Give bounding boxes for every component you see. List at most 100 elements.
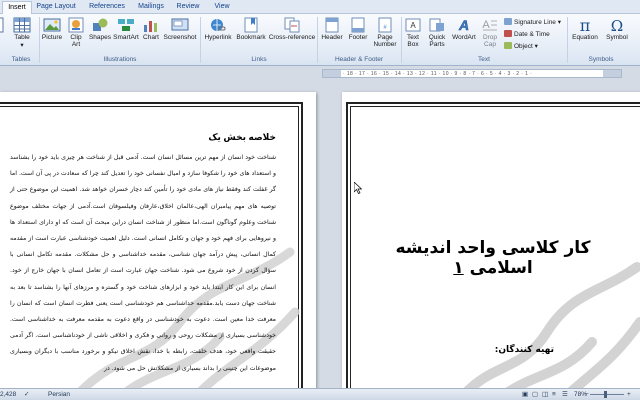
signature-line-label: Signature Line bbox=[514, 19, 556, 26]
document-page-cover[interactable]: کار کلاسی واحد اندیشه اسلامی ۱ تهیه کنند… bbox=[342, 92, 640, 400]
svg-text:π: π bbox=[580, 17, 591, 33]
page-number-button[interactable]: # Page Number bbox=[370, 17, 400, 55]
footer-button[interactable]: Footer bbox=[346, 17, 370, 55]
page-number-icon: # bbox=[378, 17, 392, 33]
group-label-links: Links bbox=[251, 56, 267, 63]
text-box-icon: A bbox=[405, 18, 421, 32]
bookmark-button[interactable]: Bookmark bbox=[234, 17, 268, 55]
symbol-label: Symbol bbox=[606, 34, 628, 41]
dropdown-arrow: ▾ bbox=[20, 42, 24, 49]
word-count[interactable]: 2,428 bbox=[0, 389, 16, 400]
ruler-ticks: · 18 · 17 · 16 · 15 · 14 · 13 · 12 · 11 … bbox=[343, 71, 533, 77]
ribbon-insert: Table ▾ Tables Picture Clip Art Shapes S… bbox=[0, 14, 640, 66]
view-web-layout-icon[interactable]: ◫ bbox=[542, 389, 548, 400]
svg-text:Ω: Ω bbox=[611, 17, 623, 33]
group-label-symbols: Symbols bbox=[588, 56, 614, 63]
smartart-icon bbox=[118, 19, 134, 31]
text-box-label: Text Box bbox=[407, 34, 419, 48]
clip-art-label: Clip Art bbox=[70, 34, 82, 48]
svg-text:A: A bbox=[458, 17, 469, 33]
view-full-screen-icon[interactable]: ▢ bbox=[532, 389, 538, 400]
horizontal-ruler[interactable]: · 18 · 17 · 16 · 15 · 14 · 13 · 12 · 11 … bbox=[322, 69, 622, 78]
chart-button[interactable]: Chart bbox=[140, 17, 162, 55]
drop-cap-button[interactable]: A Drop Cap bbox=[478, 17, 502, 55]
picture-label: Picture bbox=[41, 34, 63, 41]
smartart-label: SmartArt bbox=[113, 34, 139, 41]
zoom-slider-thumb[interactable] bbox=[604, 391, 607, 398]
prepared-by-label: تهیه کنندگان: bbox=[494, 345, 554, 355]
bookmark-icon bbox=[244, 17, 258, 33]
document-page-summary[interactable]: خلاصه بخش یک شناخت خود انسان از مهم ترین… bbox=[0, 92, 316, 400]
view-print-layout-icon[interactable]: ▣ bbox=[522, 389, 528, 400]
wordart-icon: A bbox=[458, 17, 470, 33]
view-draft-icon[interactable]: ☰ bbox=[562, 389, 568, 400]
zoom-out-icon[interactable]: − bbox=[585, 389, 589, 400]
header-label: Header bbox=[321, 34, 343, 41]
chart-icon bbox=[144, 21, 157, 32]
ruler-area: · 18 · 17 · 16 · 15 · 14 · 13 · 12 · 11 … bbox=[0, 67, 640, 80]
bookmark-label: Bookmark bbox=[236, 34, 266, 41]
tab-review[interactable]: Review bbox=[174, 1, 202, 14]
table-label: Table bbox=[14, 34, 30, 41]
wordart-label: WordArt bbox=[452, 34, 476, 41]
equation-button[interactable]: π Equation bbox=[568, 17, 602, 55]
tab-insert[interactable]: Insert bbox=[2, 1, 32, 14]
group-separator bbox=[200, 17, 201, 63]
clip-art-button[interactable]: Clip Art bbox=[64, 17, 88, 55]
tab-page-layout[interactable]: Page Layout bbox=[36, 1, 76, 14]
wordart-button[interactable]: A WordArt bbox=[450, 17, 478, 55]
object-button[interactable]: Object ▾ bbox=[504, 42, 538, 51]
zoom-slider[interactable] bbox=[590, 394, 624, 395]
header-icon bbox=[325, 17, 339, 33]
clip-art-icon bbox=[68, 17, 84, 33]
drop-cap-icon: A bbox=[482, 19, 497, 31]
section-body-text: شناخت خود انسان از مهم ترین مسائل انسان … bbox=[10, 154, 276, 372]
table-icon bbox=[13, 17, 31, 33]
view-outline-icon[interactable]: ≡ bbox=[552, 389, 556, 400]
quick-parts-button[interactable]: Quick Parts bbox=[424, 17, 450, 55]
page-number-label: Page Number bbox=[373, 34, 397, 48]
shapes-label: Shapes bbox=[88, 34, 112, 41]
footer-label: Footer bbox=[348, 34, 368, 41]
quick-parts-icon bbox=[429, 18, 444, 32]
page-icon bbox=[0, 17, 4, 33]
tab-view[interactable]: View bbox=[210, 1, 234, 14]
quick-parts-label: Quick Parts bbox=[428, 34, 446, 48]
proofing-icon[interactable]: ✓ bbox=[24, 389, 29, 400]
cross-reference-label: Cross-reference bbox=[268, 34, 316, 41]
ruler-margin-right bbox=[603, 70, 621, 77]
text-box-button[interactable]: A Text Box bbox=[402, 17, 424, 55]
language-indicator[interactable]: Persian bbox=[48, 389, 70, 400]
tab-mailings[interactable]: Mailings bbox=[134, 1, 168, 14]
cross-reference-icon bbox=[284, 17, 300, 33]
document-title: کار کلاسی واحد اندیشه اسلامی ۱ bbox=[362, 238, 624, 278]
signature-icon bbox=[504, 18, 512, 25]
header-button[interactable]: Header bbox=[318, 17, 346, 55]
tab-references[interactable]: References bbox=[86, 1, 128, 14]
object-label: Object bbox=[514, 43, 533, 50]
shapes-button[interactable]: Shapes bbox=[88, 17, 112, 55]
chart-label: Chart bbox=[143, 34, 159, 41]
cross-reference-button[interactable]: Cross-reference bbox=[268, 17, 316, 55]
ruler-margin-left bbox=[323, 70, 341, 77]
smartart-button[interactable]: SmartArt bbox=[112, 17, 140, 55]
globe-link-icon bbox=[211, 19, 226, 31]
group-label-text: Text bbox=[478, 56, 490, 63]
object-icon bbox=[504, 42, 512, 49]
hyperlink-button[interactable]: Hyperlink bbox=[202, 17, 234, 55]
zoom-in-icon[interactable]: + bbox=[627, 389, 631, 400]
status-bar: 2,428 ✓ Persian ▣ ▢ ◫ ≡ ☰ 78% − + bbox=[0, 388, 640, 400]
date-time-button[interactable]: Date & Time bbox=[504, 30, 550, 39]
pages-button-cut[interactable] bbox=[0, 17, 6, 55]
screenshot-button[interactable]: Screenshot bbox=[162, 17, 198, 55]
document-title-text: کار کلاسی واحد اندیشه اسلامی bbox=[395, 238, 591, 278]
picture-icon bbox=[43, 18, 61, 32]
picture-button[interactable]: Picture bbox=[40, 17, 64, 55]
table-button[interactable]: Table ▾ bbox=[8, 17, 36, 55]
pi-icon: π bbox=[580, 17, 591, 33]
symbol-button[interactable]: Ω Symbol bbox=[602, 17, 632, 55]
shapes-icon bbox=[93, 18, 108, 31]
equation-label: Equation bbox=[572, 34, 598, 41]
signature-line-button[interactable]: Signature Line ▾ bbox=[504, 18, 561, 27]
drop-cap-label: Drop Cap bbox=[482, 34, 498, 48]
